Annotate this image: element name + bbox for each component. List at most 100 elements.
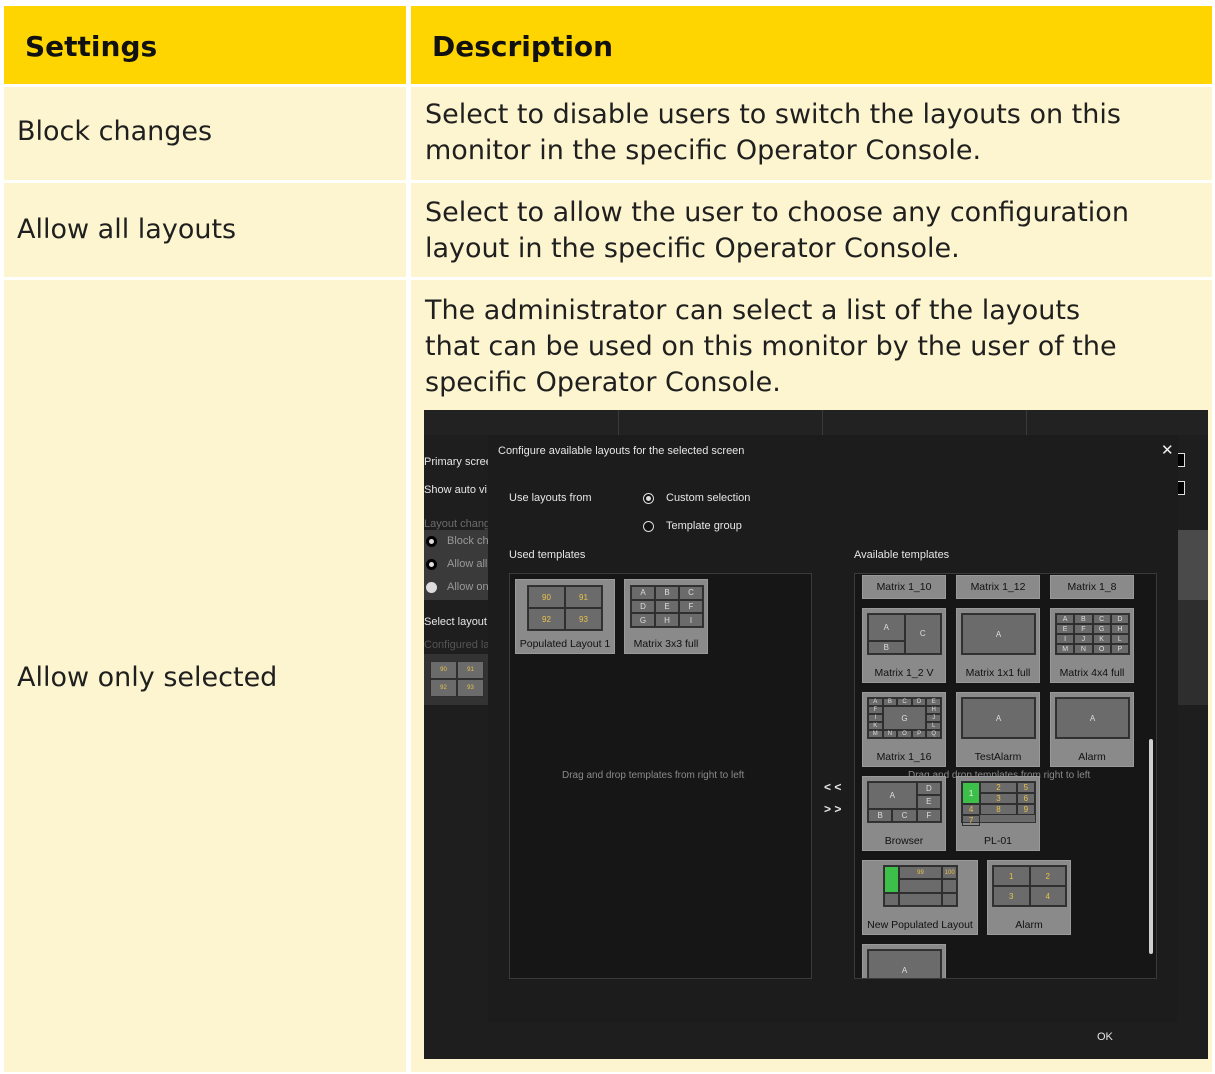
bg-allow-all-radio[interactable] (426, 559, 437, 570)
thumb-cell: A (868, 614, 905, 641)
available-template[interactable]: Matrix 1_10 (862, 575, 946, 599)
thumb-cell: L (1110, 634, 1129, 644)
available-template[interactable]: Matrix 1_12 (956, 575, 1040, 599)
thumb-cell: E (926, 698, 941, 706)
template-group-radio[interactable] (643, 521, 654, 532)
thumb-cell (898, 879, 943, 893)
template-thumbnail: A (961, 697, 1036, 739)
mini-cell: 91 (457, 661, 484, 679)
thumb-cell: A (962, 698, 1035, 738)
bg-block-radio[interactable] (426, 536, 437, 547)
thumb-cell (884, 866, 899, 893)
move-right-button[interactable]: > > (824, 802, 841, 816)
thumb-cell: I (1056, 634, 1075, 644)
thumb-cell: 1 (962, 782, 981, 804)
custom-selection-radio[interactable] (643, 493, 654, 504)
thumb-cell: 90 (528, 586, 565, 608)
thumb-cell: E (916, 795, 941, 809)
available-template[interactable]: 2 1 5 3 6 4 8 9 7 PL-01 (956, 776, 1040, 851)
bg-show-auto: Show auto vi (424, 484, 487, 496)
setting-label: Allow only selected (17, 662, 278, 693)
custom-selection-label: Custom selection (666, 492, 751, 504)
used-template[interactable]: 90 91 92 93 Populated Layout 1 (515, 579, 615, 654)
close-icon[interactable]: ✕ (1161, 441, 1174, 459)
thumb-cell: A (962, 614, 1035, 654)
template-label: Matrix 1_12 (970, 581, 1026, 593)
thumb-cell: P (911, 730, 927, 738)
template-label: Alarm (1015, 919, 1043, 931)
description-line: layout in the specific Operator Console. (425, 233, 960, 264)
ok-button[interactable]: OK (1097, 1031, 1113, 1043)
bg-divider (822, 410, 823, 435)
thumb-cell: C (1092, 614, 1111, 624)
thumb-cell: K (868, 722, 883, 730)
thumb-cell: G (882, 706, 927, 730)
bg-right-panel (1178, 530, 1208, 600)
available-template[interactable]: 99 100 New Populated Layout (862, 860, 978, 935)
used-template[interactable]: A B C D E F G H I Matrix 3x3 full (624, 579, 708, 654)
template-thumbnail: 1 2 3 4 (992, 865, 1067, 907)
available-scrollbar[interactable] (1149, 739, 1153, 954)
available-template[interactable]: A B C D E F G H I J K L M N O P Q Matrix… (862, 692, 946, 767)
template-label: Browser (884, 835, 924, 847)
bg-divider (1026, 410, 1027, 435)
available-template[interactable]: Matrix 1_8 (1050, 575, 1134, 599)
used-templates-panel[interactable]: 90 91 92 93 Populated Layout 1 A B C D E… (509, 573, 812, 979)
configure-layouts-dialog: Configure available layouts for the sele… (488, 435, 1178, 1023)
thumb-cell: N (1074, 644, 1093, 654)
thumb-cell: C (679, 586, 703, 600)
bg-configured: Configured la (424, 639, 490, 651)
template-thumbnail: A (961, 613, 1036, 655)
template-label: Matrix 4x4 full (1059, 667, 1125, 679)
available-template[interactable]: A C B Matrix 1_2 V (862, 608, 946, 683)
bg-mini-layout[interactable]: 90 91 92 93 (429, 660, 485, 698)
use-layouts-from-label: Use layouts from (509, 492, 592, 504)
thumb-cell: E (1056, 624, 1075, 634)
available-template[interactable]: A B C D E F G H I J K L M N O P Matrix 4… (1050, 608, 1134, 683)
thumb-cell: J (1074, 634, 1093, 644)
available-template[interactable]: A TestAlarm (956, 692, 1040, 767)
thumb-cell: O (897, 730, 912, 738)
thumb-cell: M (868, 730, 883, 738)
thumb-cell: I (868, 714, 883, 722)
description-line: specific Operator Console. (425, 367, 781, 398)
available-template[interactable]: 1 2 3 4 Alarm (987, 860, 1071, 935)
template-thumbnail: 2 1 5 3 6 4 8 9 7 (961, 781, 1036, 826)
bg-allow-only-radio[interactable] (426, 582, 437, 593)
template-thumbnail: A C B (867, 613, 942, 655)
mini-cell: 90 (430, 661, 457, 679)
template-thumbnail: A B C D E F G H I J K L M N O P Q (867, 697, 942, 739)
used-templates-label: Used templates (509, 549, 586, 561)
thumb-cell: G (631, 613, 655, 627)
thumb-cell: 2 (980, 782, 1017, 793)
thumb-cell: D (631, 599, 655, 614)
template-thumbnail: A (867, 949, 942, 978)
template-group-label: Template group (666, 520, 742, 532)
thumb-cell: D (916, 782, 941, 796)
available-template[interactable]: A Matrix 1x1 full (956, 608, 1040, 683)
thumb-cell: B (882, 698, 898, 706)
thumb-cell: H (926, 706, 941, 714)
thumb-cell: G (1092, 624, 1111, 634)
bg-divider (618, 410, 619, 435)
description-line: monitor in the specific Operator Console… (425, 135, 982, 166)
thumb-cell: 6 (1016, 793, 1035, 804)
bg-allow-all-label: Allow all (447, 558, 488, 570)
available-template[interactable]: A D E B C F Browser (862, 776, 946, 851)
available-templates-panel[interactable]: Drag and drop templates from right to le… (854, 573, 1157, 979)
template-thumbnail: A (1055, 697, 1130, 739)
available-template[interactable]: A (862, 944, 946, 978)
move-left-button[interactable]: < < (824, 780, 841, 794)
available-templates-label: Available templates (854, 549, 950, 561)
available-template[interactable]: A Alarm (1050, 692, 1134, 767)
bg-block-label: Block ch (447, 535, 489, 547)
thumb-cell: B (655, 586, 679, 600)
thumb-cell: E (655, 599, 679, 614)
bg-top-strip (424, 410, 1208, 435)
template-label: Matrix 1_16 (876, 751, 932, 763)
thumb-cell: P (1110, 644, 1129, 654)
description-line: that can be used on this monitor by the … (425, 331, 1117, 362)
thumb-cell: I (679, 613, 703, 627)
description-line: Select to allow the user to choose any c… (425, 197, 1129, 228)
template-thumbnail: 90 91 92 93 (527, 585, 603, 631)
